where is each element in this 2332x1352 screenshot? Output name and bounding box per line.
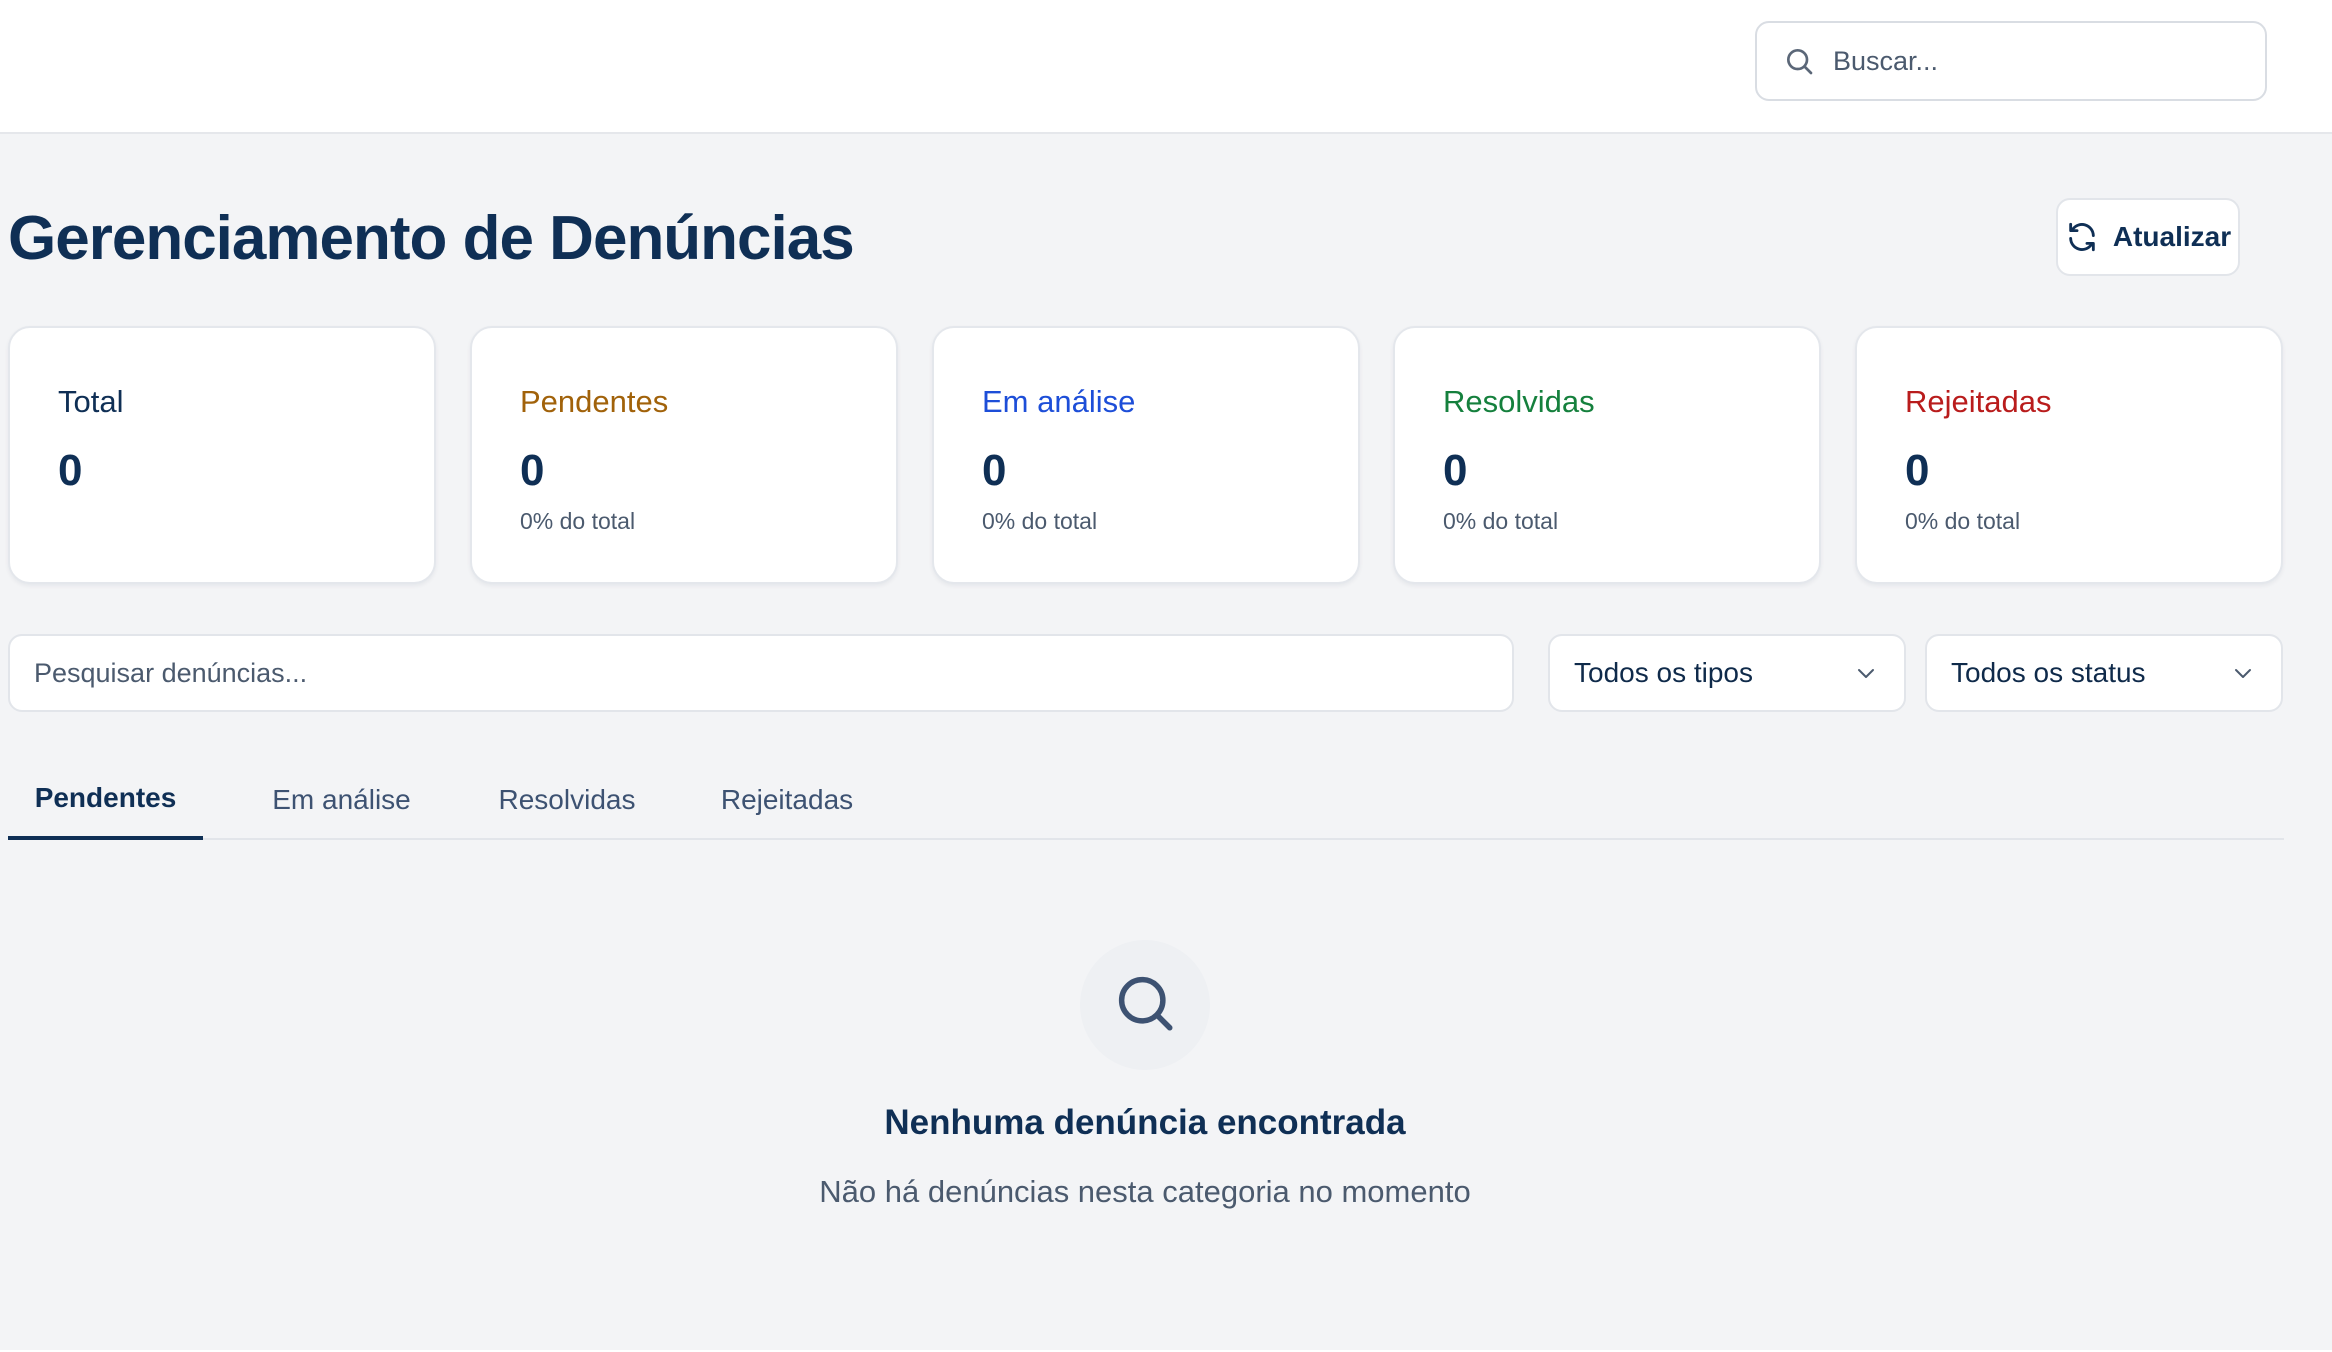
stat-label: Total xyxy=(58,384,124,419)
tab-rejeitadas[interactable]: Rejeitadas xyxy=(698,760,876,840)
stat-card-em-analise: Em análise 0 0% do total xyxy=(932,326,1360,584)
empty-state-title: Nenhuma denúncia encontrada xyxy=(884,1103,1406,1142)
search-icon xyxy=(1783,45,1815,77)
stat-percentage: 0% do total xyxy=(520,508,636,534)
top-bar: Buscar... xyxy=(0,0,2332,134)
empty-state-icon-container xyxy=(1080,940,1210,1070)
status-filter-value: Todos os status xyxy=(1951,657,2146,688)
stat-percentage: 0% do total xyxy=(982,508,1098,534)
empty-state-subtitle: Não há denúncias nesta categoria no mome… xyxy=(819,1174,1471,1209)
stat-card-resolvidas: Resolvidas 0 0% do total xyxy=(1393,326,1821,584)
type-filter-select[interactable]: Todos os tipos xyxy=(1548,634,1906,712)
stat-label: Em análise xyxy=(982,384,1136,419)
status-tabs: Pendentes Em análise Resolvidas Rejeitad… xyxy=(8,760,2284,840)
global-search-placeholder: Buscar... xyxy=(1833,45,1939,76)
tab-pendentes[interactable]: Pendentes xyxy=(8,760,203,840)
tab-resolvidas[interactable]: Resolvidas xyxy=(478,760,656,840)
type-filter-value: Todos os tipos xyxy=(1574,657,1753,688)
global-search-input[interactable]: Buscar... xyxy=(1755,21,2267,101)
tab-em-analise[interactable]: Em análise xyxy=(244,760,439,840)
stat-value: 0 xyxy=(58,446,83,495)
stat-value: 0 xyxy=(520,446,545,495)
stat-card-rejeitadas: Rejeitadas 0 0% do total xyxy=(1855,326,2283,584)
chevron-down-icon xyxy=(1854,661,1878,685)
stat-value: 0 xyxy=(982,446,1007,495)
reports-search-placeholder: Pesquisar denúncias... xyxy=(34,657,308,688)
page-title: Gerenciamento de Denúncias xyxy=(8,204,855,273)
stat-label: Rejeitadas xyxy=(1905,384,2052,419)
search-icon xyxy=(1112,970,1178,1041)
stat-percentage: 0% do total xyxy=(1905,508,2021,534)
stat-card-total: Total 0 xyxy=(8,326,436,584)
refresh-icon xyxy=(2065,220,2099,254)
refresh-button[interactable]: Atualizar xyxy=(2056,198,2240,276)
chevron-down-icon xyxy=(2231,661,2255,685)
status-filter-select[interactable]: Todos os status xyxy=(1925,634,2283,712)
refresh-button-label: Atualizar xyxy=(2112,221,2232,252)
stat-label: Resolvidas xyxy=(1443,384,1595,419)
stat-value: 0 xyxy=(1905,446,1930,495)
stat-percentage: 0% do total xyxy=(1443,508,1559,534)
stat-card-pendentes: Pendentes 0 0% do total xyxy=(470,326,898,584)
stat-value: 0 xyxy=(1443,446,1468,495)
stat-label: Pendentes xyxy=(520,384,669,419)
reports-search-input[interactable]: Pesquisar denúncias... xyxy=(8,634,1514,712)
